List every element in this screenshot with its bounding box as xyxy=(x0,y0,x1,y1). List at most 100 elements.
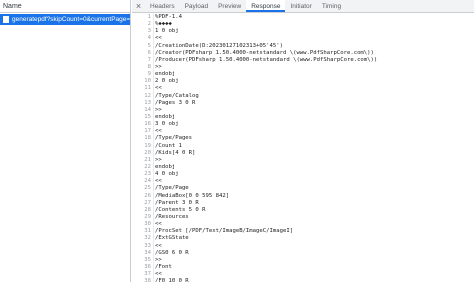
line-text: 3 0 obj xyxy=(155,121,179,128)
document-icon xyxy=(3,16,9,23)
line-number: 6 xyxy=(147,49,151,56)
response-line: 20/Kids[4 0 R] xyxy=(132,150,474,157)
line-text: /Resources xyxy=(155,213,189,220)
line-text: /Producer(PDFsharp 1.50.4000-netstandard… xyxy=(155,56,378,63)
line-number: 24 xyxy=(144,178,151,185)
response-line: 16 3 0 obj xyxy=(132,121,474,128)
line-text: /Kids[4 0 R] xyxy=(155,149,196,156)
line-text: endobj xyxy=(155,71,176,78)
response-line: 28/Contents 5 0 R xyxy=(132,207,474,214)
request-row-selected[interactable]: generatepdf?skipCount=0&currentPage=0&..… xyxy=(0,14,130,25)
line-text: /Pages 3 0 R xyxy=(155,99,196,106)
line-number: 1 xyxy=(147,14,151,20)
line-number: 34 xyxy=(144,249,151,256)
line-number: 19 xyxy=(144,142,151,149)
line-text: %◆◆◆◆ xyxy=(155,21,172,28)
line-text: << xyxy=(155,221,162,228)
line-text: >> xyxy=(155,106,162,113)
response-line: 7/Producer(PDFsharp 1.50.4000-netstandar… xyxy=(132,57,474,64)
tab-initiator[interactable]: Initiator xyxy=(285,0,316,12)
line-number: 5 xyxy=(147,42,151,49)
line-text: /CreationDate(D:20230127102313+05'45') xyxy=(155,42,283,49)
line-text: /Parent 3 0 R xyxy=(155,199,199,206)
line-text: /GS0 6 0 R xyxy=(155,249,189,256)
tab-timing[interactable]: Timing xyxy=(317,0,346,12)
line-number: 27 xyxy=(144,199,151,206)
response-line: 1 %PDF-1.4 xyxy=(132,14,474,21)
tab-headers[interactable]: Headers xyxy=(145,0,180,12)
response-line: 24 << xyxy=(132,178,474,185)
line-number: 3 xyxy=(147,28,151,35)
line-text: >> xyxy=(155,256,162,263)
response-line: 30 << xyxy=(132,221,474,228)
line-text: /Count 1 xyxy=(155,142,182,149)
response-line: 15 endobj xyxy=(132,114,474,121)
response-line: 23 4 0 obj xyxy=(132,171,474,178)
line-number: 9 xyxy=(147,71,151,78)
line-number: 16 xyxy=(144,121,151,128)
line-number: 37 xyxy=(144,271,151,278)
tab-response[interactable]: Response xyxy=(246,0,286,12)
response-line: 37 << xyxy=(132,271,474,278)
line-text: 2 0 obj xyxy=(155,78,179,85)
request-list-panel: Name generatepdf?skipCount=0&currentPage… xyxy=(0,0,131,282)
line-number: 22 xyxy=(144,163,151,170)
line-number: 29 xyxy=(144,213,151,220)
response-line: 21 >> xyxy=(132,157,474,164)
line-text: /Creator(PDFsharp 1.50.4000-netstandard … xyxy=(155,49,374,56)
line-number: 26 xyxy=(144,192,151,199)
line-number: 33 xyxy=(144,242,151,249)
response-line: 27/Parent 3 0 R xyxy=(132,200,474,207)
line-text: 4 0 obj xyxy=(155,171,179,178)
response-viewer[interactable]: 1 %PDF-1.4 2 %◆◆◆◆ 3 1 0 obj 4 << 5/CreationDate… xyxy=(132,14,474,282)
line-number: 14 xyxy=(144,106,151,113)
name-column-header[interactable]: Name xyxy=(0,0,130,13)
response-line: 18/Type/Pages xyxy=(132,135,474,142)
line-number: 20 xyxy=(144,149,151,156)
response-line: 25/Type/Page xyxy=(132,185,474,192)
response-line: 4 << xyxy=(132,35,474,42)
response-line: 32/ExtGState xyxy=(132,235,474,242)
response-line: 26/MediaBox[0 0 595 842] xyxy=(132,193,474,200)
line-number: 11 xyxy=(144,85,151,92)
response-line: 6/Creator(PDFsharp 1.50.4000-netstandard… xyxy=(132,50,474,57)
response-line: 8 >> xyxy=(132,64,474,71)
line-text: >> xyxy=(155,63,162,70)
line-text: endobj xyxy=(155,113,176,120)
response-line: 33 << xyxy=(132,243,474,250)
line-number: 31 xyxy=(144,228,151,235)
line-number: 28 xyxy=(144,206,151,213)
line-number: 7 xyxy=(147,56,151,63)
tab-payload[interactable]: Payload xyxy=(180,0,214,12)
line-text: << xyxy=(155,85,162,92)
close-icon[interactable]: × xyxy=(132,0,145,12)
request-name: generatepdf?skipCount=0&currentPage=0&..… xyxy=(12,16,130,23)
line-text: << xyxy=(155,35,162,42)
line-text: endobj xyxy=(155,163,176,170)
line-text: /ProcSet [/PDF/Text/ImageB/ImageC/ImageI… xyxy=(155,228,294,235)
response-line: 14 >> xyxy=(132,107,474,114)
line-text: /ExtGState xyxy=(155,235,189,242)
line-number: 13 xyxy=(144,99,151,106)
line-number: 2 xyxy=(147,21,151,28)
line-text: /Type/Catalog xyxy=(155,92,199,99)
response-line: 9 endobj xyxy=(132,71,474,78)
response-line: 5/CreationDate(D:20230127102313+05'45') xyxy=(132,43,474,50)
response-line: 29/Resources xyxy=(132,214,474,221)
line-text: 1 0 obj xyxy=(155,28,179,35)
line-text: << xyxy=(155,271,162,278)
line-number: 12 xyxy=(144,92,151,99)
line-number: 18 xyxy=(144,135,151,142)
line-number: 10 xyxy=(144,78,151,85)
line-number: 23 xyxy=(144,171,151,178)
line-text: %PDF-1.4 xyxy=(155,14,182,20)
response-line: 12/Type/Catalog xyxy=(132,93,474,100)
line-number: 35 xyxy=(144,256,151,263)
line-text: << xyxy=(155,178,162,185)
tab-preview[interactable]: Preview xyxy=(213,0,246,12)
line-text: << xyxy=(155,128,162,135)
line-text: /Type/Pages xyxy=(155,135,193,142)
response-line: 38/F0 10 0 R xyxy=(132,278,474,282)
line-text: /MediaBox[0 0 595 842] xyxy=(155,192,230,199)
line-text: >> xyxy=(155,156,162,163)
